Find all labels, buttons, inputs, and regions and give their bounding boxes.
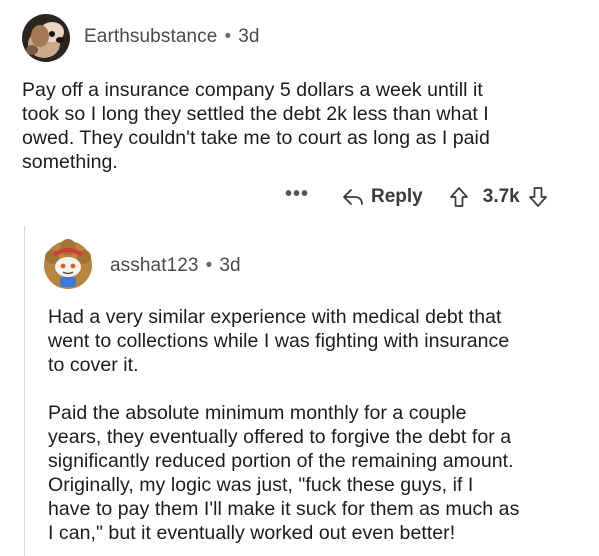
more-options-button[interactable]: •••	[280, 183, 314, 206]
reply-paragraph-1: Had a very similar experience with medic…	[48, 306, 510, 376]
reply-label: Reply	[371, 186, 423, 207]
reply-paragraph-2: Paid the absolute minimum monthly for a …	[48, 402, 520, 544]
reply-avatar[interactable]	[40, 237, 96, 293]
vote-controls: 3.7k	[449, 186, 548, 208]
upvote-arrow-icon[interactable]	[449, 186, 469, 208]
reply-arrow-icon	[343, 189, 363, 205]
meta-separator: •	[224, 26, 232, 47]
thread-line[interactable]	[24, 226, 25, 556]
author-name[interactable]: Earthsubstance	[84, 26, 217, 47]
downvote-arrow-icon[interactable]	[528, 186, 548, 208]
comment-meta: Earthsubstance • 3d	[84, 26, 260, 48]
reply-author-name[interactable]: asshat123	[110, 255, 199, 276]
dog-avatar-icon	[22, 14, 70, 62]
snoo-avatar-icon	[40, 237, 96, 293]
reply-meta: asshat123 • 3d	[110, 255, 241, 277]
avatar[interactable]	[22, 14, 70, 62]
comment-actions: ••• Reply 3.7k	[280, 181, 580, 213]
comment-body: Pay off a insurance company 5 dollars a …	[22, 79, 490, 173]
reply-age: 3d	[219, 255, 241, 276]
vote-score: 3.7k	[482, 186, 520, 207]
comment-age: 3d	[238, 26, 260, 47]
meta-separator: •	[205, 255, 213, 276]
reply-button[interactable]: Reply	[342, 186, 423, 208]
